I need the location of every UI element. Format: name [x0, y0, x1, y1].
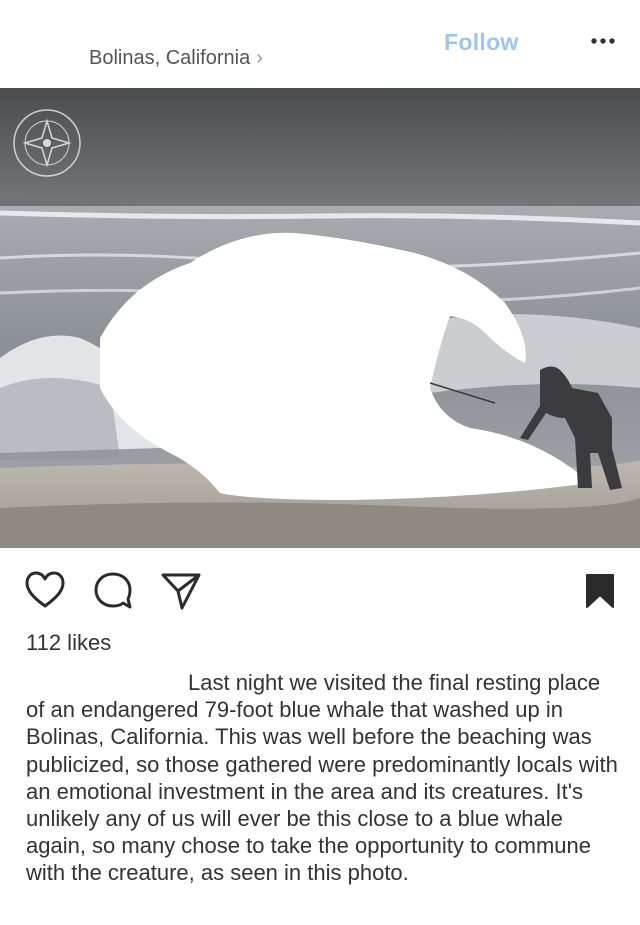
chevron-right-icon: ›	[256, 47, 263, 69]
naturalist-logo	[13, 109, 81, 177]
beach-scene-image	[0, 88, 640, 548]
caption-text: Last night we visited the final resting …	[26, 670, 618, 886]
location-link[interactable]: Bolinas, California ›	[89, 47, 263, 70]
likes-count[interactable]: 112 likes	[26, 630, 111, 656]
bookmark-icon[interactable]	[585, 573, 615, 609]
action-bar	[0, 560, 640, 620]
more-horizontal-icon[interactable]	[590, 34, 616, 48]
post-header: Bolinas, California › Follow	[0, 0, 640, 88]
follow-button[interactable]: Follow	[444, 29, 519, 56]
location-label: Bolinas, California	[89, 47, 251, 69]
heart-icon[interactable]	[24, 571, 66, 609]
comment-icon[interactable]	[93, 571, 133, 611]
share-icon[interactable]	[160, 571, 202, 611]
post-photo[interactable]	[0, 88, 640, 548]
post-caption: Last night we visited the final resting …	[26, 669, 618, 925]
